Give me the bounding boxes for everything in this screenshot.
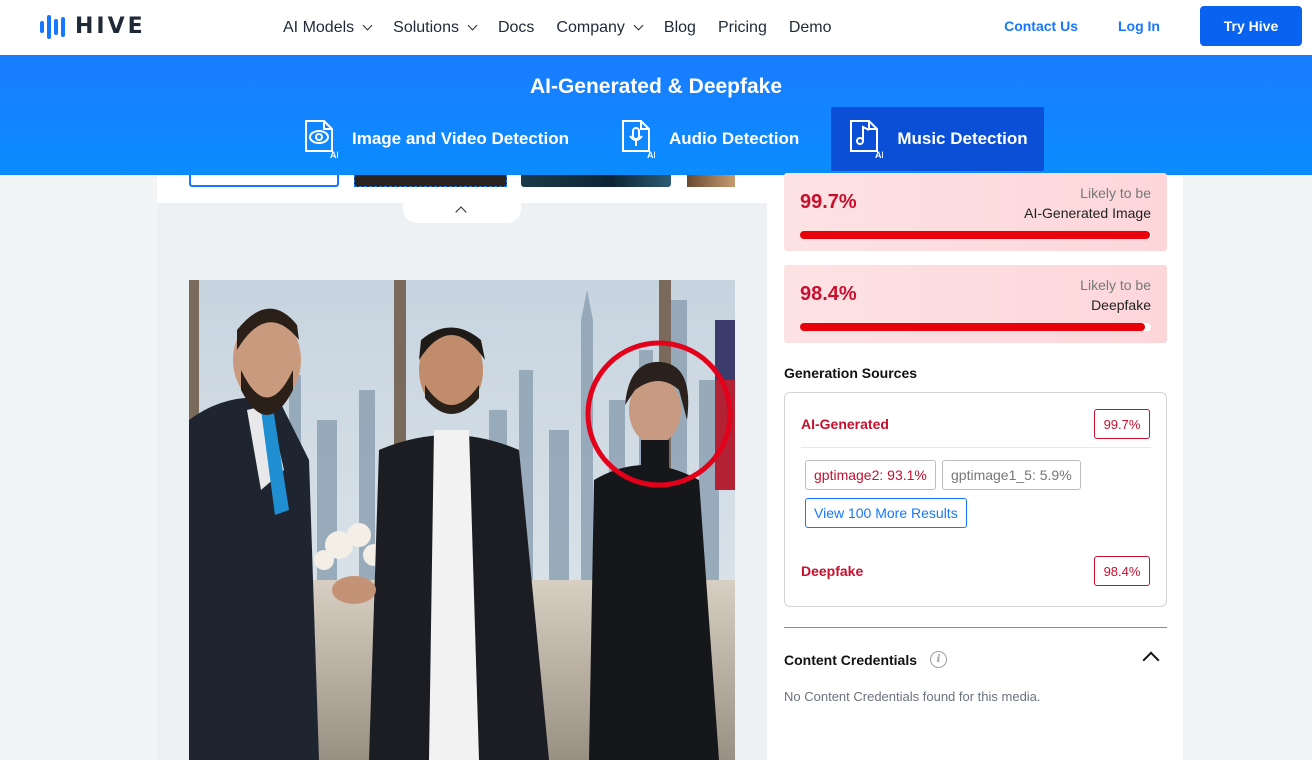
collapse-thumbnails-button[interactable]	[403, 201, 521, 223]
ai-generated-badge: 99.7%	[1094, 409, 1150, 439]
ai-generated-label: AI-Generated	[801, 416, 889, 432]
results-panel: 99.7% Likely to be AI-Generated Image 98…	[767, 173, 1183, 760]
score-likely: Likely to be	[1080, 277, 1151, 293]
chevron-up-icon[interactable]	[1142, 651, 1160, 669]
menu-label: Company	[556, 18, 625, 36]
main-menu: AI Models Solutions Docs Company Blog Pr…	[283, 0, 854, 55]
thumbnail-selected[interactable]	[354, 175, 507, 187]
login-link[interactable]: Log In	[1118, 18, 1160, 34]
generation-sources-title: Generation Sources	[784, 365, 918, 381]
divider	[784, 627, 1167, 628]
score-label: Deepfake	[1091, 297, 1151, 313]
score-value: 99.7%	[800, 191, 857, 213]
score-likely: Likely to be	[1080, 185, 1151, 201]
tab-audio-detection[interactable]: AI Audio Detection	[603, 107, 815, 171]
top-nav: HIVE AI Models Solutions Docs Company Bl…	[0, 0, 1312, 55]
chevron-down-icon	[467, 20, 478, 31]
score-bar	[800, 231, 1151, 239]
banner-title: AI-Generated & Deepfake	[529, 75, 783, 98]
content-credentials-header[interactable]: Content Credentials i	[784, 651, 948, 668]
music-file-icon: AI	[850, 120, 883, 159]
thumbnail-upload-slot[interactable]	[189, 175, 339, 187]
deepfake-badge: 98.4%	[1094, 556, 1150, 586]
deepfake-label: Deepfake	[801, 563, 864, 579]
chevron-down-icon	[362, 20, 373, 31]
hive-logo[interactable]: HIVE	[40, 14, 146, 39]
source-chip-gptimage1-5: gptimage1_5: 5.9%	[942, 460, 1081, 490]
score-caption: Likely to be AI-Generated Image	[1024, 183, 1151, 223]
photo-illustration	[189, 280, 735, 760]
thumbnail-strip	[157, 175, 767, 203]
thumbnail[interactable]	[521, 175, 671, 187]
view-more-results-button[interactable]: View 100 More Results	[805, 498, 967, 528]
menu-ai-models[interactable]: AI Models	[283, 18, 373, 37]
menu-solutions[interactable]: Solutions	[393, 18, 478, 37]
menu-label: Demo	[788, 18, 832, 36]
tab-music-detection[interactable]: AI Music Detection	[831, 107, 1044, 171]
menu-label: AI Models	[283, 18, 355, 36]
menu-label: Pricing	[717, 18, 767, 36]
mic-file-icon: AI	[621, 120, 655, 159]
thumbnail[interactable]	[687, 175, 735, 187]
nav-actions: Contact Us Log In Try Hive	[1004, 6, 1302, 46]
menu-company[interactable]: Company	[556, 18, 644, 37]
score-card-deepfake: 98.4% Likely to be Deepfake	[784, 265, 1167, 343]
generation-sources-box: AI-Generated 99.7% gptimage2: 93.1% gpti…	[784, 392, 1167, 607]
contact-us-link[interactable]: Contact Us	[1004, 18, 1078, 34]
info-icon[interactable]: i	[930, 651, 948, 668]
tab-label: Image and Video Detection	[352, 129, 569, 148]
tab-image-video-detection[interactable]: AI Image and Video Detection	[286, 107, 585, 171]
media-preview-panel	[157, 175, 767, 760]
divider	[801, 447, 1151, 448]
score-value: 98.4%	[800, 283, 857, 305]
hive-logo-icon	[40, 14, 65, 39]
tab-label: Music Detection	[897, 129, 1028, 148]
logo-text: HIVE	[75, 14, 146, 39]
tab-label: Audio Detection	[668, 129, 800, 148]
menu-label: Blog	[663, 18, 696, 36]
score-bar	[800, 323, 1151, 331]
eye-file-icon: AI	[305, 120, 338, 159]
svg-text:AI: AI	[330, 150, 338, 159]
source-chip-gptimage2: gptimage2: 93.1%	[805, 460, 936, 490]
score-label: AI-Generated Image	[1024, 205, 1151, 221]
score-caption: Likely to be Deepfake	[1080, 275, 1151, 315]
score-card-ai-generated: 99.7% Likely to be AI-Generated Image	[784, 173, 1167, 251]
svg-text:AI: AI	[875, 150, 883, 159]
menu-demo[interactable]: Demo	[789, 19, 832, 37]
detection-tabs: AI Image and Video Detection AI Audio De…	[286, 107, 1044, 171]
score-bar-fill	[800, 323, 1146, 331]
menu-docs[interactable]: Docs	[498, 19, 534, 37]
menu-label: Docs	[497, 18, 535, 36]
try-hive-button[interactable]: Try Hive	[1200, 6, 1302, 46]
content-credentials-note: No Content Credentials found for this me…	[784, 689, 1041, 704]
menu-blog[interactable]: Blog	[664, 19, 696, 37]
content-credentials-title: Content Credentials	[784, 651, 918, 668]
menu-label: Solutions	[393, 18, 459, 36]
detection-banner: AI-Generated & Deepfake AI Image and Vid…	[0, 55, 1312, 175]
menu-pricing[interactable]: Pricing	[718, 19, 767, 37]
chevron-down-icon	[633, 20, 644, 31]
chevron-up-icon	[455, 206, 467, 218]
analyzed-photo	[189, 280, 735, 760]
score-bar-fill	[800, 231, 1150, 239]
svg-text:AI: AI	[647, 150, 655, 159]
